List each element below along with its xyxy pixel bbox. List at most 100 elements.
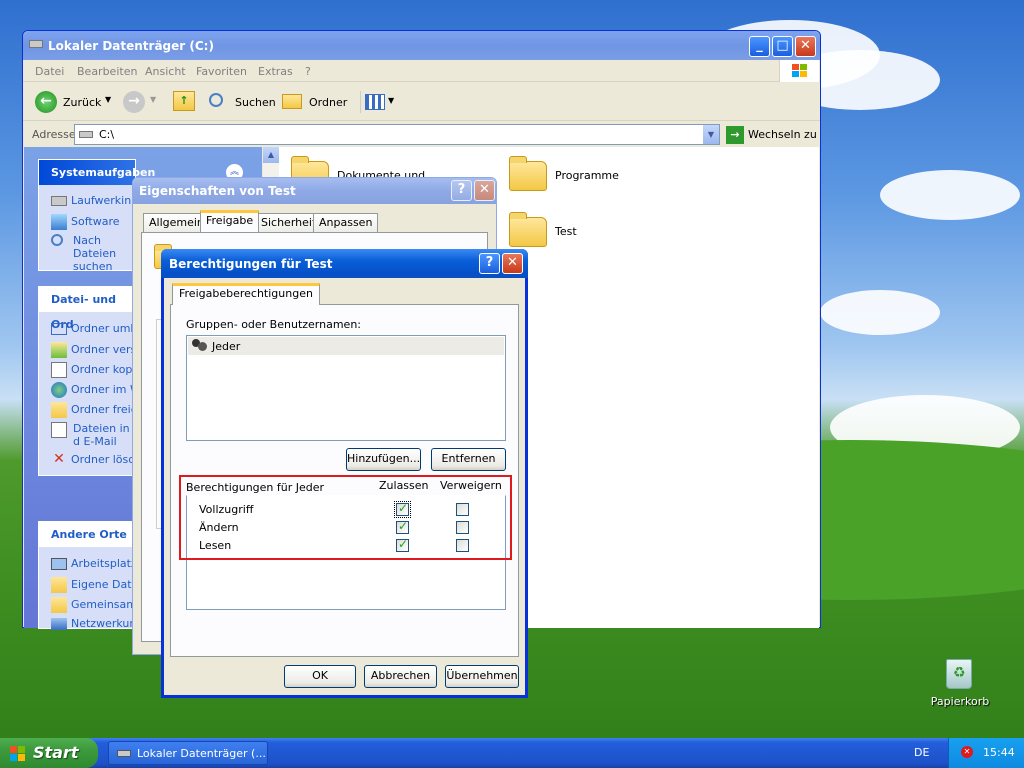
user-name: Jeder (212, 340, 241, 353)
menu-favoriten[interactable]: Favoriten (196, 65, 247, 78)
views-dropdown-icon: ▼ (388, 96, 395, 105)
cancel-button[interactable]: Abbrechen (364, 665, 437, 688)
users-listbox[interactable]: Jeder (186, 335, 506, 441)
forward-dropdown-icon[interactable]: ▼ (150, 95, 156, 104)
sidebar-item-rename[interactable]: Ordner umbi (51, 322, 137, 335)
close-button[interactable]: ✕ (795, 36, 816, 57)
computer-icon (51, 558, 67, 570)
move-icon (51, 342, 67, 358)
menu-bearbeiten[interactable]: Bearbeiten (77, 65, 137, 78)
properties-title: Eigenschaften von Test (139, 184, 296, 198)
folder-icon (509, 156, 547, 191)
apply-button[interactable]: Übernehmen (445, 665, 519, 688)
menu-help[interactable]: ? (305, 65, 311, 78)
close-button[interactable]: ✕ (502, 253, 523, 274)
back-dropdown-icon[interactable]: ▼ (105, 95, 111, 104)
scroll-up-icon[interactable]: ▲ (263, 147, 279, 163)
sidebar-item-my-computer[interactable]: Arbeitsplatz (51, 557, 137, 570)
search-button[interactable]: Suchen (207, 91, 276, 113)
permissions-title: Berechtigungen für Test (169, 257, 333, 271)
address-value: C:\ (99, 128, 115, 141)
go-button[interactable]: → Wechseln zu (726, 125, 818, 145)
ok-button[interactable]: OK (284, 665, 356, 688)
close-button[interactable]: ✕ (474, 180, 495, 201)
taskbar-drive-icon (117, 750, 131, 757)
views-icon (365, 94, 385, 110)
folder-icon (509, 212, 547, 247)
up-folder-icon[interactable]: ↑ (173, 91, 195, 111)
sidebar-item-delete[interactable]: ✕ Ordner lösch (51, 452, 137, 468)
sidebar-item-publish[interactable]: Ordner im W (51, 382, 137, 398)
folder-item[interactable]: Programme (509, 156, 689, 193)
file-tasks-header[interactable]: Datei- und Ord (39, 287, 135, 331)
help-button[interactable]: ? (479, 253, 500, 274)
address-dropdown-icon[interactable]: ▼ (703, 125, 719, 144)
system-tasks-header[interactable]: Systemaufgaben (39, 160, 155, 185)
views-button[interactable]: ▼ (360, 91, 394, 113)
properties-titlebar[interactable]: Eigenschaften von Test ? ✕ (133, 178, 496, 204)
rename-icon (51, 323, 67, 335)
recycle-bin[interactable]: ♻ Papierkorb (928, 655, 992, 715)
menu-extras[interactable]: Extras (258, 65, 293, 78)
delete-icon: ✕ (53, 452, 65, 467)
minimize-button[interactable]: _ (749, 36, 770, 57)
folder-label: Test (555, 225, 577, 238)
address-label: Adresse (32, 128, 76, 141)
back-button[interactable]: ← Zurück ▼ (35, 91, 111, 113)
tab-anpassen[interactable]: Anpassen (313, 213, 379, 233)
explorer-titlebar[interactable]: Lokaler Datenträger (C:) _ □ ✕ (23, 31, 820, 60)
tab-freigabe[interactable]: Freigabe (200, 210, 260, 232)
clock: 15:44 (983, 746, 1015, 759)
help-button[interactable]: ? (451, 180, 472, 201)
permissions-dialog: Berechtigungen für Test ? ✕ Freigabebere… (161, 249, 528, 698)
file-tasks-panel: Datei- und Ord Ordner umbi Ordner vers O… (38, 286, 137, 476)
go-arrow-icon: → (726, 126, 744, 144)
folders-label: Ordner (309, 96, 348, 109)
remove-button[interactable]: Entfernen (431, 448, 506, 471)
sidebar-item-copy[interactable]: Ordner kopi (51, 362, 137, 378)
start-label: Start (33, 743, 79, 762)
system-tasks-panel: Systemaufgaben ︽ Laufwerkinh Software Na… (38, 159, 243, 273)
add-button[interactable]: Hinzufügen... (346, 448, 421, 471)
taskbar-button-explorer[interactable]: Lokaler Datenträger (... (108, 741, 268, 765)
groups-label: Gruppen- oder Benutzernamen: (186, 318, 362, 331)
sidebar-item-software[interactable]: Software (51, 214, 137, 230)
user-list-item[interactable]: Jeder (188, 337, 504, 355)
windows-logo-icon (10, 746, 26, 761)
toolbar: ← Zurück ▼ → ▼ ↑ Suchen Ordner ▼ (23, 83, 820, 121)
other-places-header[interactable]: Andere Orte (39, 522, 135, 547)
sidebar-item-my-documents[interactable]: Eigene Date (51, 577, 137, 593)
sidebar-item-shared[interactable]: Gemeinsame (51, 597, 137, 613)
start-button[interactable]: Start (0, 738, 98, 768)
folders-icon (282, 94, 302, 109)
sidebar-item-email[interactable]: Dateien in d E-Mail sende (51, 422, 137, 450)
sidebar-item-search-files[interactable]: Nach Dateien suchen (51, 234, 137, 273)
windows-logo-icon (779, 60, 819, 82)
sidebar-item-share[interactable]: Ordner freig (51, 402, 137, 418)
language-indicator[interactable]: DE (914, 746, 929, 759)
folders-button[interactable]: Ordner (282, 91, 352, 113)
security-alert-icon[interactable]: ✕ (961, 746, 973, 758)
menu-bar: Datei Bearbeiten Ansicht Favoriten Extra… (23, 60, 820, 82)
maximize-button[interactable]: □ (772, 36, 793, 57)
drive-contents-icon (51, 196, 67, 206)
permissions-titlebar[interactable]: Berechtigungen für Test ? ✕ (161, 249, 528, 278)
folder-item[interactable]: Test (509, 212, 689, 249)
drive-icon (29, 40, 43, 48)
taskbar-button-label: Lokaler Datenträger (... (137, 747, 266, 760)
tab-freigabeberechtigungen[interactable]: Freigabeberechtigungen (172, 283, 320, 305)
software-icon (51, 214, 67, 230)
other-places-panel: Andere Orte Arbeitsplatz Eigene Date Gem… (38, 521, 137, 630)
menu-datei[interactable]: Datei (35, 65, 64, 78)
sidebar-item-move[interactable]: Ordner vers (51, 342, 137, 358)
back-arrow-icon: ← (35, 91, 57, 113)
share-folder-icon (51, 402, 67, 418)
forward-arrow-icon[interactable]: → (123, 91, 145, 113)
address-input[interactable]: C:\ ▼ (74, 124, 720, 145)
back-label: Zurück (63, 96, 102, 109)
menu-ansicht[interactable]: Ansicht (145, 65, 186, 78)
address-drive-icon (79, 131, 93, 138)
sidebar-item-drive-contents[interactable]: Laufwerkinh (51, 194, 137, 207)
sidebar-item-network[interactable]: Netzwerkum (51, 617, 137, 630)
users-group-icon (192, 339, 208, 353)
